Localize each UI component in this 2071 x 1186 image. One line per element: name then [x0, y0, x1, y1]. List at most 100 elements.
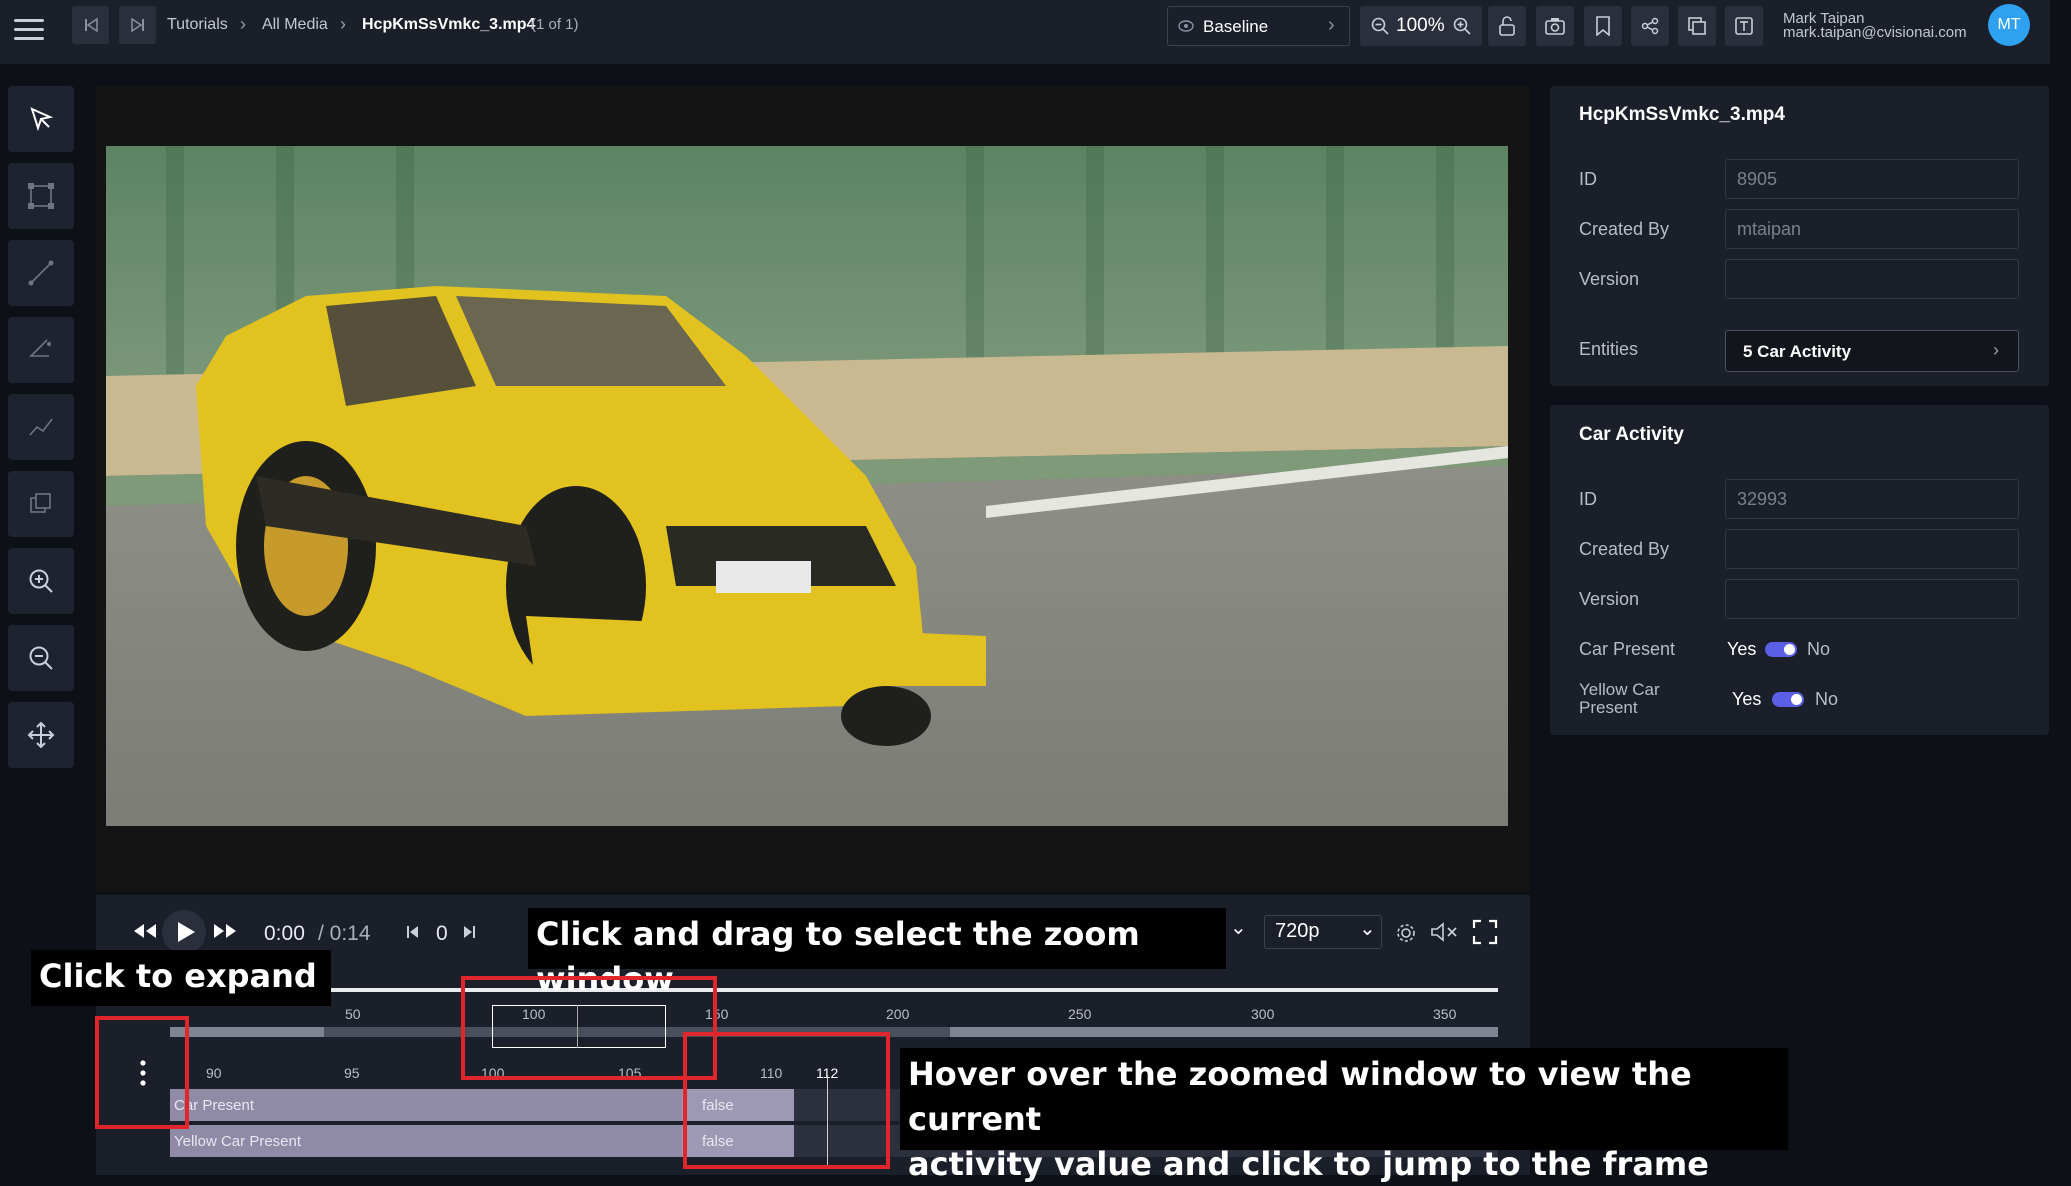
id-label: ID: [1579, 489, 1597, 509]
panel-title: Car Activity: [1579, 424, 1684, 445]
version-label: Version: [1579, 589, 1640, 609]
pan-tool-button[interactable]: [8, 702, 74, 768]
pointer-icon: [30, 107, 54, 132]
callout-expand: Click to expand: [31, 950, 331, 1006]
id-field: 8905: [1725, 159, 2019, 199]
frame-number[interactable]: 0: [436, 922, 448, 946]
overview-activity-segment: [170, 1027, 324, 1037]
zoom-in-icon[interactable]: [1453, 17, 1471, 35]
panel-title: HcpKmSsVmkc_3.mp4: [1579, 104, 1785, 125]
select-tool-button[interactable]: [8, 86, 74, 152]
previous-media-button[interactable]: [72, 6, 109, 44]
lock-icon: [1499, 16, 1515, 36]
camera-icon: [1545, 18, 1565, 35]
yes-label: Yes: [1732, 689, 1762, 709]
skip-back-icon: [84, 17, 98, 33]
entities-button[interactable]: 5 Car Activity ›: [1725, 330, 2019, 372]
media-count: (1 of 1): [531, 16, 579, 33]
point-tool-button[interactable]: [8, 317, 74, 383]
layers-icon: [30, 493, 51, 513]
no-label: No: [1807, 639, 1831, 659]
playback-rate-chevron-icon[interactable]: ⌄: [1230, 915, 1247, 940]
entities-label: Entities: [1579, 339, 1639, 359]
fullscreen-icon[interactable]: [1472, 919, 1498, 945]
media-details-panel: HcpKmSsVmkc_3.mp4 ID 8905 Created By mta…: [1550, 86, 2049, 386]
zoom-in-tool-button[interactable]: [8, 548, 74, 614]
zoom-out-icon: [29, 646, 53, 670]
car-present-label: Car Present: [1579, 639, 1676, 659]
created-by-label: Created By: [1579, 219, 1670, 239]
video-frame[interactable]: [106, 146, 1508, 826]
seek-bar[interactable]: [168, 988, 1498, 992]
callout-hover: Hover over the zoomed window to view the…: [900, 1048, 1788, 1183]
line-tool-button[interactable]: [8, 240, 74, 306]
timeline-tick: 300: [1251, 1006, 1275, 1022]
mute-icon[interactable]: [1430, 921, 1462, 943]
bookmark-icon: [1596, 16, 1610, 36]
next-frame-icon[interactable]: [460, 924, 476, 940]
text-overlay-button[interactable]: [1725, 6, 1763, 46]
track-tool-button[interactable]: [8, 394, 74, 460]
video-frame-image: [106, 146, 1508, 826]
timeline-tick: 200: [886, 1006, 910, 1022]
play-button[interactable]: [162, 910, 206, 954]
timeline-tick: 350: [1433, 1006, 1457, 1022]
track-label: Yellow Car Present: [174, 1133, 302, 1150]
avatar[interactable]: MT: [1988, 4, 2030, 46]
zoom-out-tool-button[interactable]: [8, 625, 74, 691]
highlight-zoom-window: [461, 976, 717, 1080]
box-tool-button[interactable]: [8, 163, 74, 229]
highlight-zoomed-window: [683, 1032, 890, 1169]
gear-icon[interactable]: [1396, 923, 1416, 943]
bookmark-button[interactable]: [1584, 6, 1622, 46]
rewind-icon[interactable]: [132, 922, 158, 940]
version-field: [1725, 259, 2019, 299]
point-icon: [29, 339, 51, 357]
total-time: / 0:14: [318, 922, 371, 945]
version-field[interactable]: [1725, 579, 2019, 619]
callout-hover-line1: Hover over the zoomed window to view the…: [908, 1055, 1692, 1138]
zoom-out-icon[interactable]: [1371, 17, 1389, 35]
multi-select-button[interactable]: [8, 471, 74, 537]
breadcrumb-file-name: HcpKmSsVmkc_3.mp4: [362, 16, 536, 33]
move-icon: [27, 721, 55, 749]
zoom-in-icon: [29, 569, 53, 593]
yellow-car-present-toggle[interactable]: [1772, 692, 1804, 707]
created-by-field: mtaipan: [1725, 209, 2019, 249]
share-button[interactable]: [1631, 6, 1669, 46]
created-by-field: [1725, 529, 2019, 569]
copy-button[interactable]: [1678, 6, 1716, 46]
id-field: 32993: [1725, 479, 2019, 519]
callout-hover-line2: activity value and click to jump to the …: [908, 1144, 1709, 1183]
highlight-expand: [95, 1016, 189, 1129]
zoom-tick: 95: [344, 1065, 360, 1081]
zoom-level: 100%: [1396, 15, 1445, 36]
hamburger-menu-icon[interactable]: [14, 14, 44, 44]
polyline-icon: [29, 418, 53, 436]
breadcrumb-all-media[interactable]: All Media: [262, 16, 328, 34]
next-media-button[interactable]: [119, 6, 156, 44]
chevron-right-icon: ›: [1993, 340, 1999, 360]
breadcrumb-separator-icon: ›: [240, 14, 246, 34]
overview-activity-segment: [950, 1027, 1498, 1037]
quality-select[interactable]: 720p ⌄: [1264, 915, 1382, 949]
play-icon: [178, 922, 195, 942]
chevron-down-icon: ⌄: [1359, 918, 1376, 940]
text-icon: [1735, 17, 1753, 35]
previous-frame-icon[interactable]: [406, 924, 422, 940]
capture-frame-button[interactable]: [1536, 6, 1574, 46]
created-by-label: Created By: [1579, 539, 1670, 559]
lock-button[interactable]: [1488, 6, 1526, 46]
yellow-car-label: Yellow Car: [1579, 680, 1660, 699]
car-present-toggle[interactable]: [1765, 642, 1797, 657]
breadcrumb-tutorials[interactable]: Tutorials: [167, 16, 228, 34]
callout-zoom-window: Click and drag to select the zoom window: [528, 908, 1226, 998]
entities-value: 5 Car Activity: [1743, 342, 1852, 361]
version-select[interactable]: Baseline ›: [1167, 6, 1350, 46]
zoom-tick: 90: [206, 1065, 222, 1081]
chevron-right-icon: ›: [1328, 14, 1335, 36]
fast-forward-icon[interactable]: [212, 922, 238, 940]
version-label: Version: [1579, 269, 1640, 289]
current-time: 0:00: [264, 922, 305, 945]
quality-value: 720p: [1275, 920, 1320, 942]
